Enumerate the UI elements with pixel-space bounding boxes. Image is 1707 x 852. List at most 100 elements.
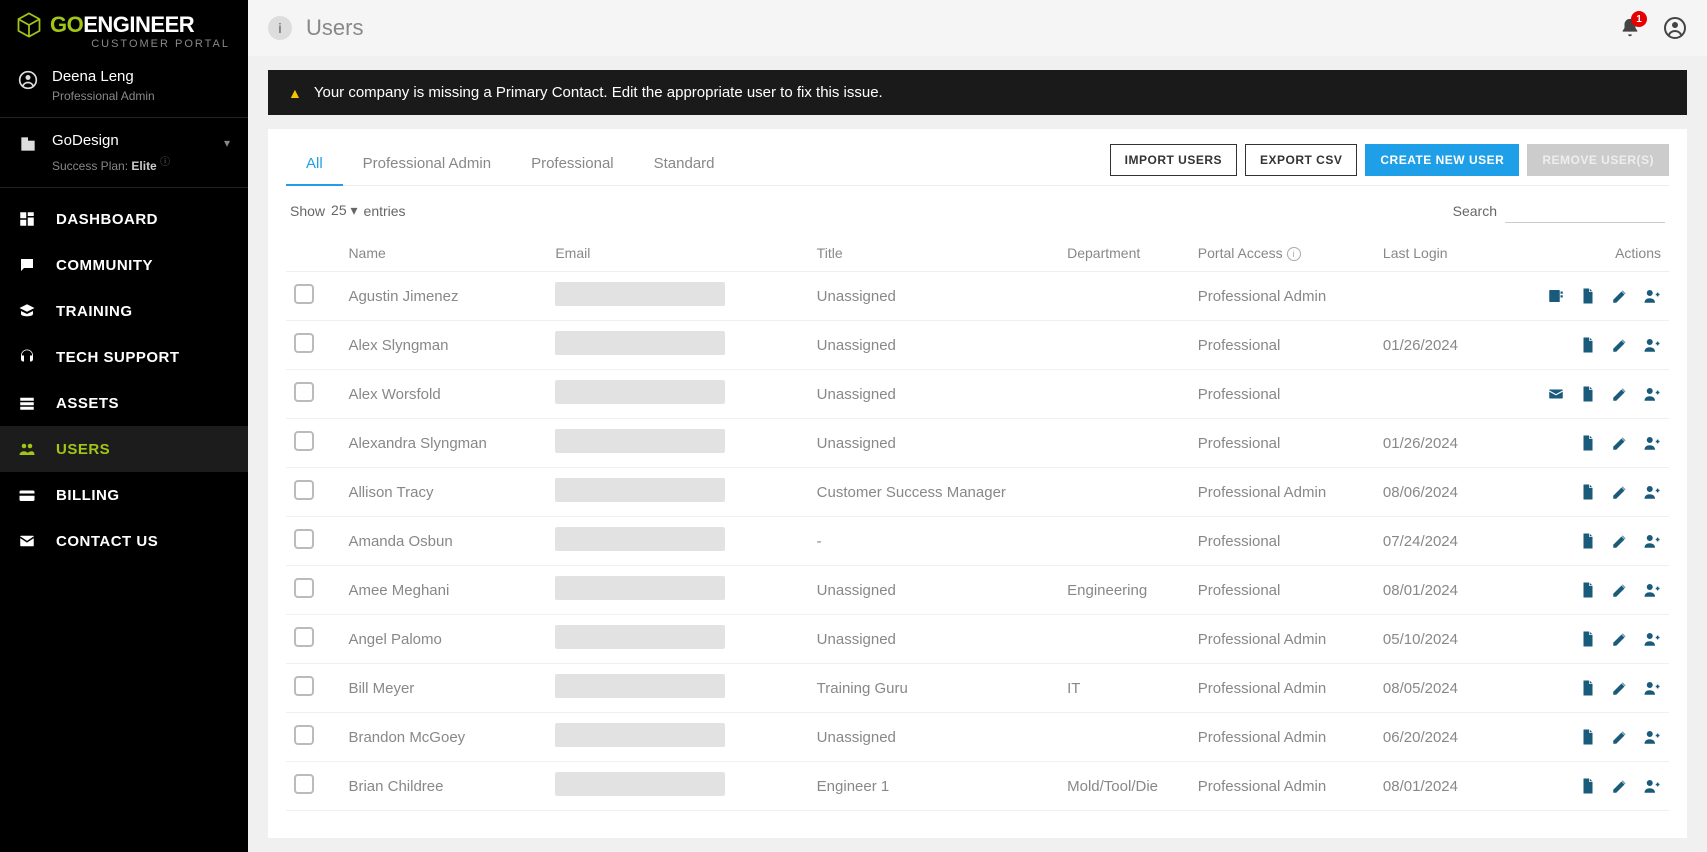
tab-all[interactable]: All xyxy=(286,143,343,186)
account-button[interactable] xyxy=(1663,16,1687,40)
add-user-icon[interactable] xyxy=(1643,434,1661,452)
row-checkbox[interactable] xyxy=(294,382,314,402)
actions-cell xyxy=(1524,287,1661,305)
add-user-icon[interactable] xyxy=(1643,728,1661,746)
import-users-button[interactable]: IMPORT USERS xyxy=(1110,144,1237,176)
edit-icon[interactable] xyxy=(1611,679,1629,697)
edit-icon[interactable] xyxy=(1611,336,1629,354)
col-department[interactable]: Department xyxy=(1059,235,1190,272)
company-name: GoDesign xyxy=(52,132,210,149)
add-user-icon[interactable] xyxy=(1643,385,1661,403)
row-checkbox[interactable] xyxy=(294,333,314,353)
add-user-icon[interactable] xyxy=(1643,483,1661,501)
col-name[interactable]: Name xyxy=(340,235,547,272)
add-user-icon[interactable] xyxy=(1643,581,1661,599)
row-checkbox[interactable] xyxy=(294,431,314,451)
document-icon[interactable] xyxy=(1579,434,1597,452)
logo[interactable]: GOENGINEER xyxy=(14,10,234,40)
row-checkbox[interactable] xyxy=(294,774,314,794)
add-user-icon[interactable] xyxy=(1643,679,1661,697)
document-icon[interactable] xyxy=(1579,630,1597,648)
table-controls: Show 25 ▾ entries Search xyxy=(286,186,1669,235)
user-section[interactable]: Deena Leng Professional Admin xyxy=(0,54,248,118)
cell-access: Professional xyxy=(1190,566,1375,615)
add-user-icon[interactable] xyxy=(1643,630,1661,648)
tab-professional[interactable]: Professional xyxy=(511,143,634,185)
warning-icon: ▲ xyxy=(288,85,302,101)
create-new-user-button[interactable]: CREATE NEW USER xyxy=(1365,144,1519,176)
logo-subtitle: CUSTOMER PORTAL xyxy=(14,38,234,50)
nav-training[interactable]: TRAINING xyxy=(0,288,248,334)
chevron-down-icon: ▾ xyxy=(351,202,358,218)
info-icon[interactable]: i xyxy=(268,16,292,40)
row-checkbox[interactable] xyxy=(294,284,314,304)
document-icon[interactable] xyxy=(1579,777,1597,795)
edit-icon[interactable] xyxy=(1611,385,1629,403)
cell-name: Allison Tracy xyxy=(340,468,547,517)
edit-icon[interactable] xyxy=(1611,581,1629,599)
document-icon[interactable] xyxy=(1579,287,1597,305)
nav-billing[interactable]: BILLING xyxy=(0,472,248,518)
row-checkbox[interactable] xyxy=(294,725,314,745)
col-email[interactable]: Email xyxy=(547,235,808,272)
export-csv-button[interactable]: EXPORT CSV xyxy=(1245,144,1357,176)
mail-icon[interactable] xyxy=(1547,385,1565,403)
document-icon[interactable] xyxy=(1579,679,1597,697)
nav-assets[interactable]: ASSETS xyxy=(0,380,248,426)
row-checkbox[interactable] xyxy=(294,480,314,500)
cell-login: 01/26/2024 xyxy=(1375,321,1517,370)
add-user-icon[interactable] xyxy=(1643,287,1661,305)
table-row: Bill MeyerTraining GuruITProfessional Ad… xyxy=(286,664,1669,713)
col-title[interactable]: Title xyxy=(809,235,1059,272)
add-user-icon[interactable] xyxy=(1643,336,1661,354)
cell-login xyxy=(1375,272,1517,321)
notifications-button[interactable]: 1 xyxy=(1619,17,1641,39)
entries-select[interactable]: 25 ▾ xyxy=(331,202,358,219)
company-section[interactable]: GoDesign Success Plan: Elite ⓘ ▾ xyxy=(0,118,248,188)
nav-community[interactable]: COMMUNITY xyxy=(0,242,248,288)
document-icon[interactable] xyxy=(1579,532,1597,550)
row-checkbox[interactable] xyxy=(294,676,314,696)
panel-top: All Professional Admin Professional Stan… xyxy=(286,143,1669,186)
document-icon[interactable] xyxy=(1579,728,1597,746)
tab-standard[interactable]: Standard xyxy=(634,143,735,185)
info-icon[interactable]: i xyxy=(1287,247,1301,261)
row-checkbox[interactable] xyxy=(294,578,314,598)
edit-icon[interactable] xyxy=(1611,630,1629,648)
cell-name: Alexandra Slyngman xyxy=(340,419,547,468)
edit-icon[interactable] xyxy=(1611,483,1629,501)
actions-cell xyxy=(1524,777,1661,795)
document-icon[interactable] xyxy=(1579,336,1597,354)
document-icon[interactable] xyxy=(1579,385,1597,403)
nav-contact[interactable]: CONTACT US xyxy=(0,518,248,564)
edit-icon[interactable] xyxy=(1611,777,1629,795)
row-checkbox[interactable] xyxy=(294,529,314,549)
nav-users[interactable]: USERS xyxy=(0,426,248,472)
alert-text: Your company is missing a Primary Contac… xyxy=(314,84,883,101)
add-user-icon[interactable] xyxy=(1643,532,1661,550)
document-icon[interactable] xyxy=(1579,581,1597,599)
add-user-icon[interactable] xyxy=(1643,777,1661,795)
actions-cell xyxy=(1524,385,1661,403)
edit-icon[interactable] xyxy=(1611,532,1629,550)
nav-techsupport[interactable]: TECH SUPPORT xyxy=(0,334,248,380)
edit-icon[interactable] xyxy=(1611,287,1629,305)
cell-title: Engineer 1 xyxy=(809,762,1059,811)
document-icon[interactable] xyxy=(1579,483,1597,501)
cell-title: Unassigned xyxy=(809,370,1059,419)
edit-icon[interactable] xyxy=(1611,434,1629,452)
actions-cell xyxy=(1524,336,1661,354)
col-access[interactable]: Portal Accessi xyxy=(1190,235,1375,272)
edit-icon[interactable] xyxy=(1611,728,1629,746)
contact-card-icon[interactable] xyxy=(1547,287,1565,305)
cell-login: 08/06/2024 xyxy=(1375,468,1517,517)
tab-professional-admin[interactable]: Professional Admin xyxy=(343,143,511,185)
row-checkbox[interactable] xyxy=(294,627,314,647)
cell-access: Professional Admin xyxy=(1190,468,1375,517)
nav-dashboard[interactable]: DASHBOARD xyxy=(0,196,248,242)
support-icon xyxy=(18,348,38,366)
search-input[interactable] xyxy=(1505,198,1665,223)
cell-email-redacted xyxy=(555,429,725,453)
cell-department xyxy=(1059,419,1190,468)
col-last-login[interactable]: Last Login xyxy=(1375,235,1517,272)
